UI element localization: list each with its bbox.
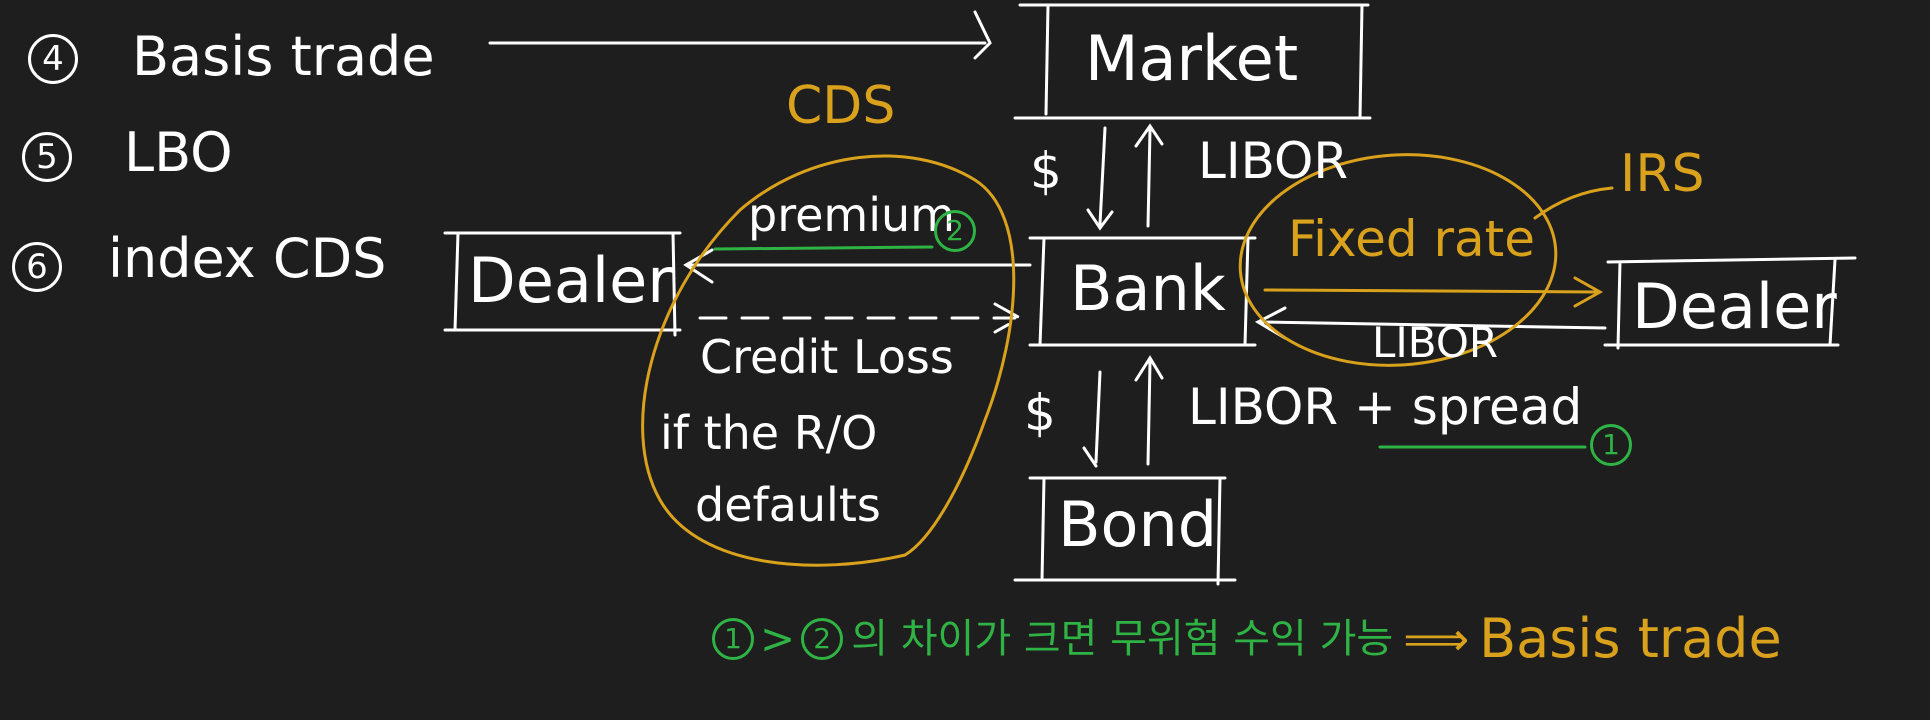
libor-irs-label: LIBOR	[1372, 318, 1499, 367]
cds-label: CDS	[786, 76, 896, 136]
footer-greater-than: >	[760, 614, 796, 663]
bond-label: Bond	[1058, 488, 1218, 561]
arrow-basis-to-market-head	[973, 10, 992, 60]
credit-loss-line1: Credit Loss	[700, 330, 954, 384]
list-item-index-cds: index CDS	[108, 227, 387, 290]
credit-loss-line2: if the R/O	[660, 406, 878, 460]
footer-marker-2: 2	[801, 618, 844, 660]
libor-spread: LIBOR + spread	[1188, 378, 1583, 436]
arrow-premium	[683, 248, 1032, 284]
footer-conclusion: 1 > 2 의 차이가 크면 무위험 수익 가능 ⟹ Basis trade	[712, 612, 1782, 666]
list-number-5: 5	[22, 132, 72, 182]
premium-underline	[713, 245, 934, 251]
marker-1: 1	[1590, 424, 1632, 466]
arrow-bond-to-bank	[1134, 355, 1164, 466]
irs-label: IRS	[1620, 144, 1705, 204]
whiteboard: 4 Basis trade 5 LBO 6 index CDS Market B…	[0, 0, 1930, 720]
list-item-lbo: LBO	[124, 121, 233, 184]
premium-label: premium	[748, 188, 955, 242]
dollar-bottom: $	[1024, 384, 1056, 442]
arrow-market-to-bank	[1086, 126, 1114, 231]
marker-2: 2	[934, 210, 976, 252]
footer-basis-trade: Basis trade	[1479, 607, 1782, 670]
footer-arrow: ⟹	[1403, 612, 1470, 666]
dealer-right-label: Dealer	[1632, 270, 1837, 343]
footer-marker-1: 1	[712, 618, 754, 660]
dealer-left-label: Dealer	[468, 244, 673, 317]
list-number-4: 4	[28, 34, 78, 84]
bank-label: Bank	[1070, 252, 1226, 325]
dollar-top: $	[1030, 142, 1062, 200]
irs-leader	[1533, 186, 1614, 220]
list-item-basis-trade: Basis trade	[132, 25, 435, 88]
arrow-credit-loss	[698, 302, 1024, 334]
libor-top: LIBOR	[1198, 132, 1349, 190]
list-number-6: 6	[12, 242, 62, 292]
fixed-rate-label: Fixed rate	[1288, 210, 1536, 268]
arrow-bank-to-market	[1134, 123, 1164, 228]
arrow-bank-to-bond	[1084, 372, 1108, 466]
market-label: Market	[1085, 22, 1299, 95]
credit-loss-line3: defaults	[695, 478, 881, 532]
footer-korean-text: 의 차이가 크면 무위험 수익 가능	[851, 616, 1394, 662]
